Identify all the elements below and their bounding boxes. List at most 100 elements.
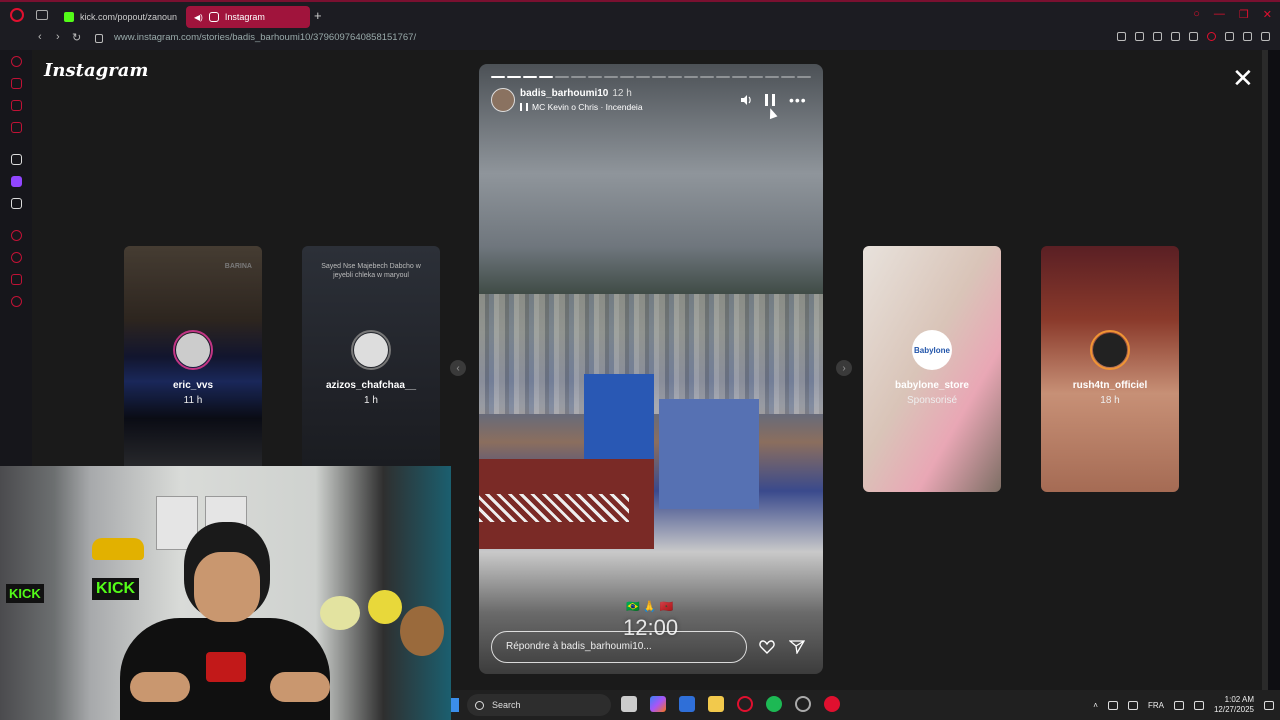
tab-kick[interactable]: kick.com/popout/zanoun (56, 6, 178, 28)
story-card-rush4tn[interactable]: rush4tn_officiel 18 h (1041, 246, 1179, 492)
tab-label: Instagram (224, 12, 265, 22)
shirt-logo (206, 652, 246, 682)
story-card-overlay-text: Sayed Nse Majebech Dabcho w jeyebli chle… (321, 263, 421, 280)
story-card-time: 11 h (183, 395, 203, 406)
story-card-sponsored: Sponsorisé (906, 395, 958, 406)
start-icon[interactable] (451, 698, 459, 712)
story-progress-bar (491, 76, 811, 78)
sidebar-history-icon[interactable] (11, 252, 22, 263)
volume-icon[interactable] (740, 94, 752, 106)
app-icon[interactable] (795, 696, 811, 712)
new-tab-button[interactable]: + (314, 8, 322, 23)
next-story-button[interactable]: › (836, 360, 852, 376)
reply-input[interactable]: Répondre à badis_barhoumi10... (491, 631, 747, 663)
tab-instagram[interactable]: ◀) Instagram (186, 6, 310, 28)
address-bar: ‹ › ↻ www.instagram.com/stories/badis_ba… (0, 28, 1280, 50)
sidebar-shopping-icon[interactable] (11, 78, 22, 89)
avatar: Babylone (912, 330, 952, 370)
progress-segment (587, 76, 602, 78)
avatar (351, 330, 391, 370)
reload-icon[interactable]: ↻ (72, 31, 81, 44)
microphone-icon[interactable] (1127, 700, 1138, 710)
taskbar-search[interactable]: Search (467, 694, 611, 716)
close-window-icon[interactable]: ✕ (1263, 8, 1272, 21)
close-story-button[interactable]: ✕ (1232, 65, 1254, 91)
forward-icon[interactable]: › (56, 31, 60, 43)
send-to-icon[interactable] (1189, 32, 1198, 41)
sidebar-extensions-icon[interactable] (11, 274, 22, 285)
tab-label: kick.com/popout/zanoun (80, 12, 178, 22)
url-field[interactable]: www.instagram.com/stories/badis_barhoumi… (114, 32, 416, 43)
tab-audio-icon[interactable]: ◀) (194, 13, 203, 22)
sidebar-twitch-icon[interactable] (11, 176, 22, 187)
language-indicator[interactable]: FRA (1148, 701, 1164, 710)
opera-taskbar-icon[interactable] (737, 696, 753, 712)
onedrive-icon[interactable] (1107, 700, 1118, 710)
progress-segment (684, 76, 699, 78)
clock-date: 12/27/2025 (1213, 705, 1254, 714)
story-card-user: eric_vvs (172, 380, 214, 391)
notifications-icon[interactable] (1264, 700, 1274, 710)
favorites-icon[interactable] (1207, 32, 1216, 41)
scrollbar[interactable] (1262, 50, 1268, 690)
zoom-icon[interactable] (1117, 32, 1126, 41)
snapshot-icon[interactable] (1153, 32, 1162, 41)
windows-taskbar: Search ˄ FRA 1:02 AM 12/27/2025 (451, 690, 1280, 720)
window-controls: ○ — ❐ ✕ (1193, 8, 1272, 21)
spotify-icon[interactable] (766, 696, 782, 712)
streamer (120, 522, 330, 720)
send-icon[interactable] (789, 640, 805, 654)
menu-icon[interactable] (1261, 32, 1270, 41)
story-username[interactable]: badis_barhoumi10 (520, 88, 608, 99)
sidebar-app-icon[interactable] (11, 154, 22, 165)
clock-time: 1:02 AM (1224, 695, 1254, 705)
more-options-icon[interactable]: ••• (789, 93, 807, 107)
story-music[interactable]: MC Kevin o Chris · Incendeia (520, 102, 643, 112)
story-image-wall (659, 399, 759, 509)
sidebar-x-icon[interactable] (11, 198, 22, 209)
avatar[interactable] (491, 88, 515, 112)
plush-toy (368, 590, 402, 624)
download-icon[interactable] (1243, 32, 1252, 41)
opera-logo-icon[interactable] (10, 8, 24, 22)
browser-toolbar (1117, 32, 1270, 41)
pin-icon[interactable] (1135, 32, 1144, 41)
minimize-icon[interactable]: — (1214, 8, 1225, 21)
tray-overflow-icon[interactable]: ˄ (1093, 701, 1098, 710)
story-card-time: 18 h (1100, 395, 1120, 406)
story-card-azizos[interactable]: Sayed Nse Majebech Dabcho w jeyebli chle… (302, 246, 440, 492)
previous-story-button[interactable]: ‹ (450, 360, 466, 376)
tab-islands-icon[interactable] (36, 10, 48, 20)
network-icon[interactable] (1173, 700, 1184, 710)
like-heart-icon[interactable] (759, 640, 775, 654)
sidebar-messenger-icon[interactable] (11, 100, 22, 111)
speaker-icon[interactable] (1193, 700, 1204, 710)
pause-icon[interactable] (765, 94, 775, 106)
app-red-icon[interactable] (824, 696, 840, 712)
sidebar-pinboard-icon[interactable] (11, 230, 22, 241)
progress-segment (491, 76, 506, 78)
instagram-logo[interactable]: Instagram (44, 60, 148, 81)
sidebar-player-icon[interactable] (11, 122, 22, 133)
vpn-icon[interactable] (1171, 32, 1180, 41)
story-emoji-sticker: 🇧🇷 🙏 🇲🇦 (626, 601, 674, 613)
sidebar-settings-icon[interactable] (11, 296, 22, 307)
story-card-user: rush4tn_officiel (1072, 380, 1148, 391)
clock[interactable]: 1:02 AM 12/27/2025 (1214, 695, 1254, 714)
sidebar-ai-icon[interactable] (11, 56, 22, 67)
maximize-icon[interactable]: ❐ (1239, 8, 1249, 21)
active-story[interactable]: badis_barhoumi10 12 h MC Kevin o Chris · … (479, 64, 823, 674)
progress-segment (716, 76, 731, 78)
store-icon[interactable] (679, 696, 695, 712)
file-explorer-icon[interactable] (708, 696, 724, 712)
back-icon[interactable]: ‹ (38, 31, 42, 43)
profile-icon[interactable] (1225, 32, 1234, 41)
search-tabs-icon[interactable]: ○ (1193, 8, 1200, 21)
copilot-icon[interactable] (650, 696, 666, 712)
lock-icon[interactable] (95, 34, 103, 43)
desktop: kick.com/popout/zanoun ◀) Instagram + ○ … (0, 0, 1280, 720)
story-card-babylone[interactable]: Babylone babylone_store Sponsorisé (863, 246, 1001, 492)
story-card-eric-vvs[interactable]: BARINA eric_vvs 11 h (124, 246, 262, 492)
task-view-icon[interactable] (621, 696, 637, 712)
progress-segment (700, 76, 715, 78)
